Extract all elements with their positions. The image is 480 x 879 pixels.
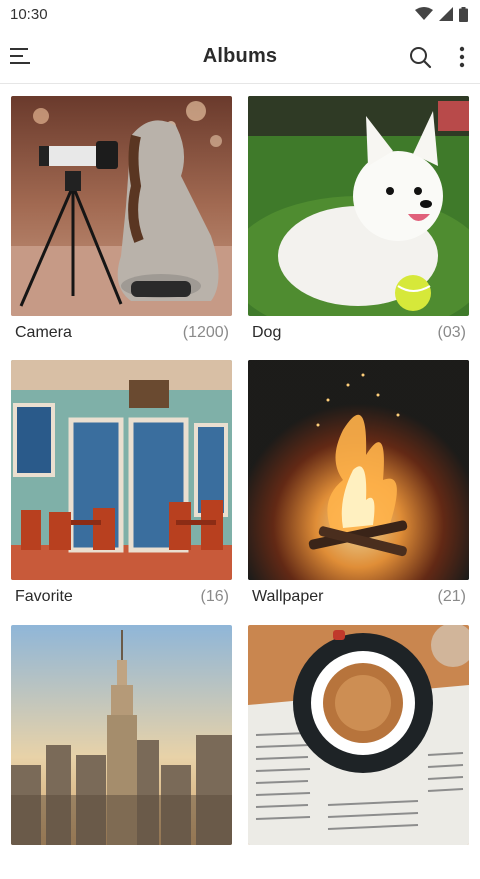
album-count: (03) [437, 324, 466, 341]
wifi-icon [415, 7, 433, 20]
album-card-coffee[interactable] [248, 625, 469, 879]
signal-icon [439, 7, 453, 21]
more-vert-icon[interactable] [452, 45, 472, 69]
album-count: (21) [437, 588, 466, 605]
battery-icon [459, 6, 468, 22]
album-thumbnail-wallpaper [248, 360, 469, 580]
status-bar: 10:30 [0, 0, 480, 28]
album-name: Camera [15, 324, 72, 341]
album-name: Favorite [15, 588, 73, 605]
album-name: Dog [252, 324, 282, 341]
album-thumbnail-favorite [11, 360, 232, 580]
album-thumbnail-city [11, 625, 232, 845]
status-time: 10:30 [10, 5, 48, 23]
album-thumbnail-dog [248, 96, 469, 316]
search-icon[interactable] [408, 45, 432, 69]
album-card-wallpaper[interactable]: Wallpaper (21) [248, 360, 469, 614]
album-card-favorite[interactable]: Favorite (16) [11, 360, 232, 614]
album-thumbnail-coffee [248, 625, 469, 845]
album-count: (16) [200, 588, 229, 605]
album-card-city[interactable] [11, 625, 232, 879]
album-card-dog[interactable]: Dog (03) [248, 96, 469, 350]
album-card-camera[interactable]: Camera (1200) [11, 96, 232, 350]
album-count: (1200) [182, 324, 229, 341]
app-bar: Albums [0, 28, 480, 84]
album-thumbnail-camera [11, 96, 232, 316]
album-name: Wallpaper [252, 588, 324, 605]
